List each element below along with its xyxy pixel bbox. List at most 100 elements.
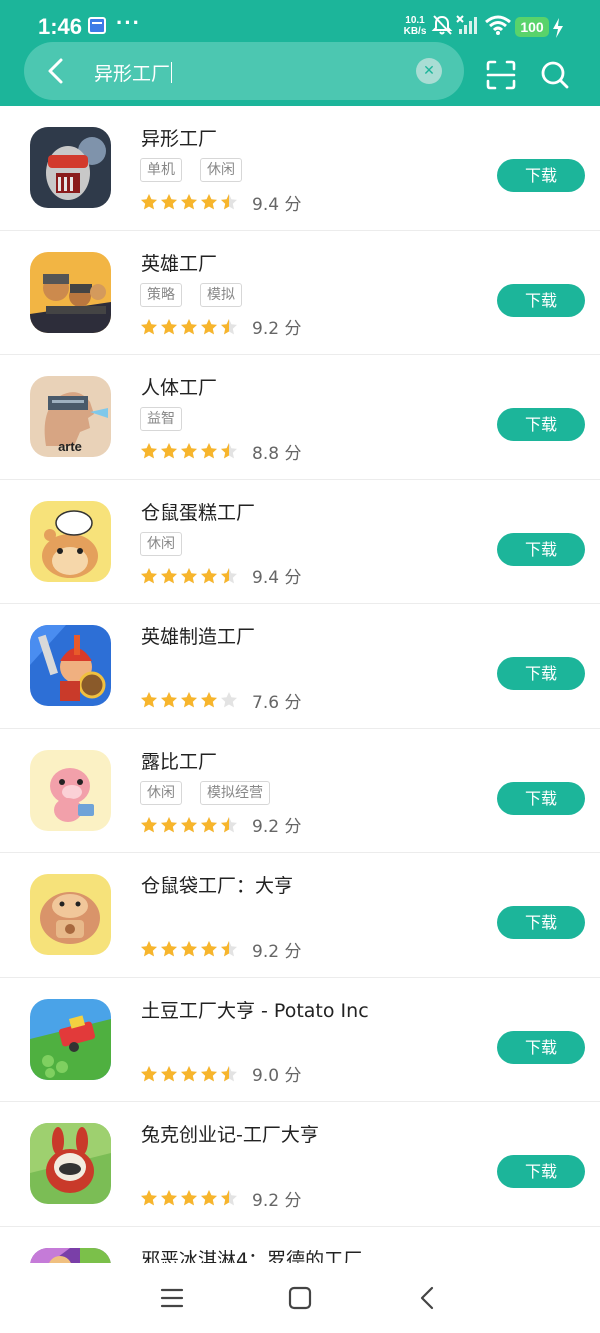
- search-icon[interactable]: [538, 58, 572, 92]
- app-icon-potato-inc[interactable]: [30, 998, 111, 1080]
- download-button[interactable]: 下载: [497, 906, 585, 939]
- download-button[interactable]: 下载: [497, 408, 585, 441]
- notification-app-icon: [88, 17, 106, 34]
- app-score: 9.4 分: [252, 194, 302, 215]
- app-score: 9.2 分: [252, 1190, 302, 1211]
- star-full-icon: [181, 318, 197, 334]
- star-half-icon: [221, 1065, 237, 1081]
- app-icon-hero-maker[interactable]: [30, 625, 111, 706]
- app-icon-body-factory[interactable]: arte: [30, 376, 111, 457]
- star-full-icon: [161, 318, 177, 334]
- app-tags: 益智: [140, 407, 182, 431]
- hamster-bag-icon: [30, 874, 111, 955]
- app-rating: 9.2 分: [140, 315, 301, 339]
- star-full-icon: [181, 194, 197, 210]
- back-arrow-icon[interactable]: [40, 54, 74, 88]
- list-item[interactable]: 仓鼠袋工厂：大亨 9.2 分 下载: [0, 853, 600, 978]
- harvester-icon: [30, 998, 111, 1080]
- app-tag: 益智: [140, 407, 182, 431]
- app-icon-rabbit-startup[interactable]: [30, 1123, 111, 1204]
- network-speed-value: 10.1: [405, 15, 425, 26]
- download-button[interactable]: 下载: [497, 532, 585, 566]
- download-button[interactable]: 下载: [497, 283, 585, 317]
- app-rating: 9.4 分: [140, 190, 302, 215]
- download-button[interactable]: 下载: [497, 1155, 585, 1188]
- star-full-icon: [201, 443, 217, 459]
- app-icon-shapez[interactable]: [30, 127, 111, 208]
- app-icon-hamster-bag[interactable]: [30, 874, 111, 955]
- search-field[interactable]: [24, 42, 464, 100]
- app-name: 露比工厂: [141, 750, 218, 773]
- download-button[interactable]: 下载: [497, 159, 585, 192]
- app-name: 土豆工厂大亨 - Potato Inc: [141, 999, 369, 1022]
- star-rating: [140, 940, 238, 958]
- app-icon-evil-ice-cream[interactable]: [30, 1247, 111, 1263]
- star-full-icon: [141, 1190, 157, 1206]
- star-full-icon: [201, 816, 217, 832]
- app-name: 英雄工厂: [141, 252, 218, 275]
- star-full-icon: [181, 567, 197, 583]
- list-item[interactable]: 英雄工厂 策略 模拟 9.2 分 下载: [0, 231, 600, 355]
- scan-icon[interactable]: [484, 58, 518, 92]
- star-full-icon: [141, 941, 157, 957]
- close-icon[interactable]: ✕: [416, 58, 442, 84]
- home-icon[interactable]: [285, 1283, 315, 1313]
- network-speed-unit: KB/s: [403, 26, 427, 37]
- app-icon-hero-factory[interactable]: [30, 251, 111, 333]
- app-tag: 模拟: [200, 282, 242, 307]
- mute-icon: [431, 15, 453, 35]
- star-full-icon: [161, 692, 177, 708]
- star-half-icon: [221, 1190, 237, 1206]
- icon-label: arte: [58, 439, 82, 454]
- star-full-icon: [141, 567, 157, 583]
- app-tag: 休闲: [200, 158, 242, 182]
- app-rating: 7.6 分: [140, 688, 302, 713]
- star-full-icon: [161, 941, 177, 957]
- list-item[interactable]: arte 人体工厂 益智 8.8 分 下载: [0, 355, 600, 480]
- list-item[interactable]: 英雄制造工厂 7.6 分 下载: [0, 604, 600, 729]
- app-name: 仓鼠袋工厂：大亨: [141, 875, 294, 897]
- list-item[interactable]: 兔克创业记-工厂大亨 9.2 分 下载: [0, 1102, 600, 1227]
- star-rating: [140, 691, 238, 709]
- app-tags: 策略 模拟: [140, 282, 242, 307]
- list-item[interactable]: 邪恶冰淇淋4：罗德的工厂: [0, 1227, 600, 1263]
- star-half-icon: [221, 194, 237, 210]
- app-score: 9.2 分: [252, 817, 302, 837]
- search-results-list[interactable]: 异形工厂 单机 休闲 9.4 分 下载 英雄工厂 策略 模拟 9.2 分 下载 …: [0, 106, 600, 1263]
- star-empty-icon: [221, 692, 237, 708]
- star-rating: [140, 1189, 238, 1207]
- list-item[interactable]: 土豆工厂大亨 - Potato Inc 9.0 分 下载: [0, 978, 600, 1102]
- app-rating: 9.0 分: [140, 1062, 301, 1086]
- status-bar: 1:46 ··· 10.1 KB/s 100: [0, 0, 600, 40]
- list-item[interactable]: 露比工厂 休闲 模拟经营 9.2 分 下载: [0, 729, 600, 853]
- app-tag: 休闲: [140, 780, 182, 805]
- star-full-icon: [181, 692, 197, 708]
- app-icon-loopy-factory[interactable]: [30, 749, 111, 831]
- star-rating: [140, 816, 238, 834]
- app-rating: 8.8 分: [140, 439, 301, 464]
- network-speed: 10.1 KB/s: [402, 15, 428, 37]
- app-rating: 9.2 分: [140, 813, 301, 837]
- beaver-icon: [30, 749, 111, 831]
- app-name: 仓鼠蛋糕工厂: [141, 501, 256, 524]
- star-full-icon: [201, 1065, 217, 1081]
- star-half-icon: [221, 567, 237, 583]
- app-score: 9.4 分: [252, 568, 302, 588]
- ice-cream-icon: [30, 1247, 111, 1263]
- star-full-icon: [181, 941, 197, 957]
- star-full-icon: [201, 941, 217, 957]
- star-full-icon: [161, 1190, 177, 1206]
- battery-level: 100: [515, 17, 549, 37]
- app-tag: 休闲: [140, 531, 182, 556]
- app-score: 7.6 分: [252, 692, 302, 713]
- search-input[interactable]: 异形工厂: [94, 59, 173, 86]
- list-item[interactable]: 仓鼠蛋糕工厂 休闲 9.4 分 下载: [0, 480, 600, 604]
- menu-icon[interactable]: [157, 1283, 187, 1313]
- download-button[interactable]: 下载: [497, 781, 585, 815]
- star-half-icon: [221, 941, 237, 957]
- app-icon-hamster-cake[interactable]: [30, 500, 111, 582]
- list-item[interactable]: 异形工厂 单机 休闲 9.4 分 下载: [0, 106, 600, 231]
- download-button[interactable]: 下载: [497, 657, 585, 690]
- back-icon[interactable]: [413, 1283, 443, 1313]
- download-button[interactable]: 下载: [497, 1030, 585, 1064]
